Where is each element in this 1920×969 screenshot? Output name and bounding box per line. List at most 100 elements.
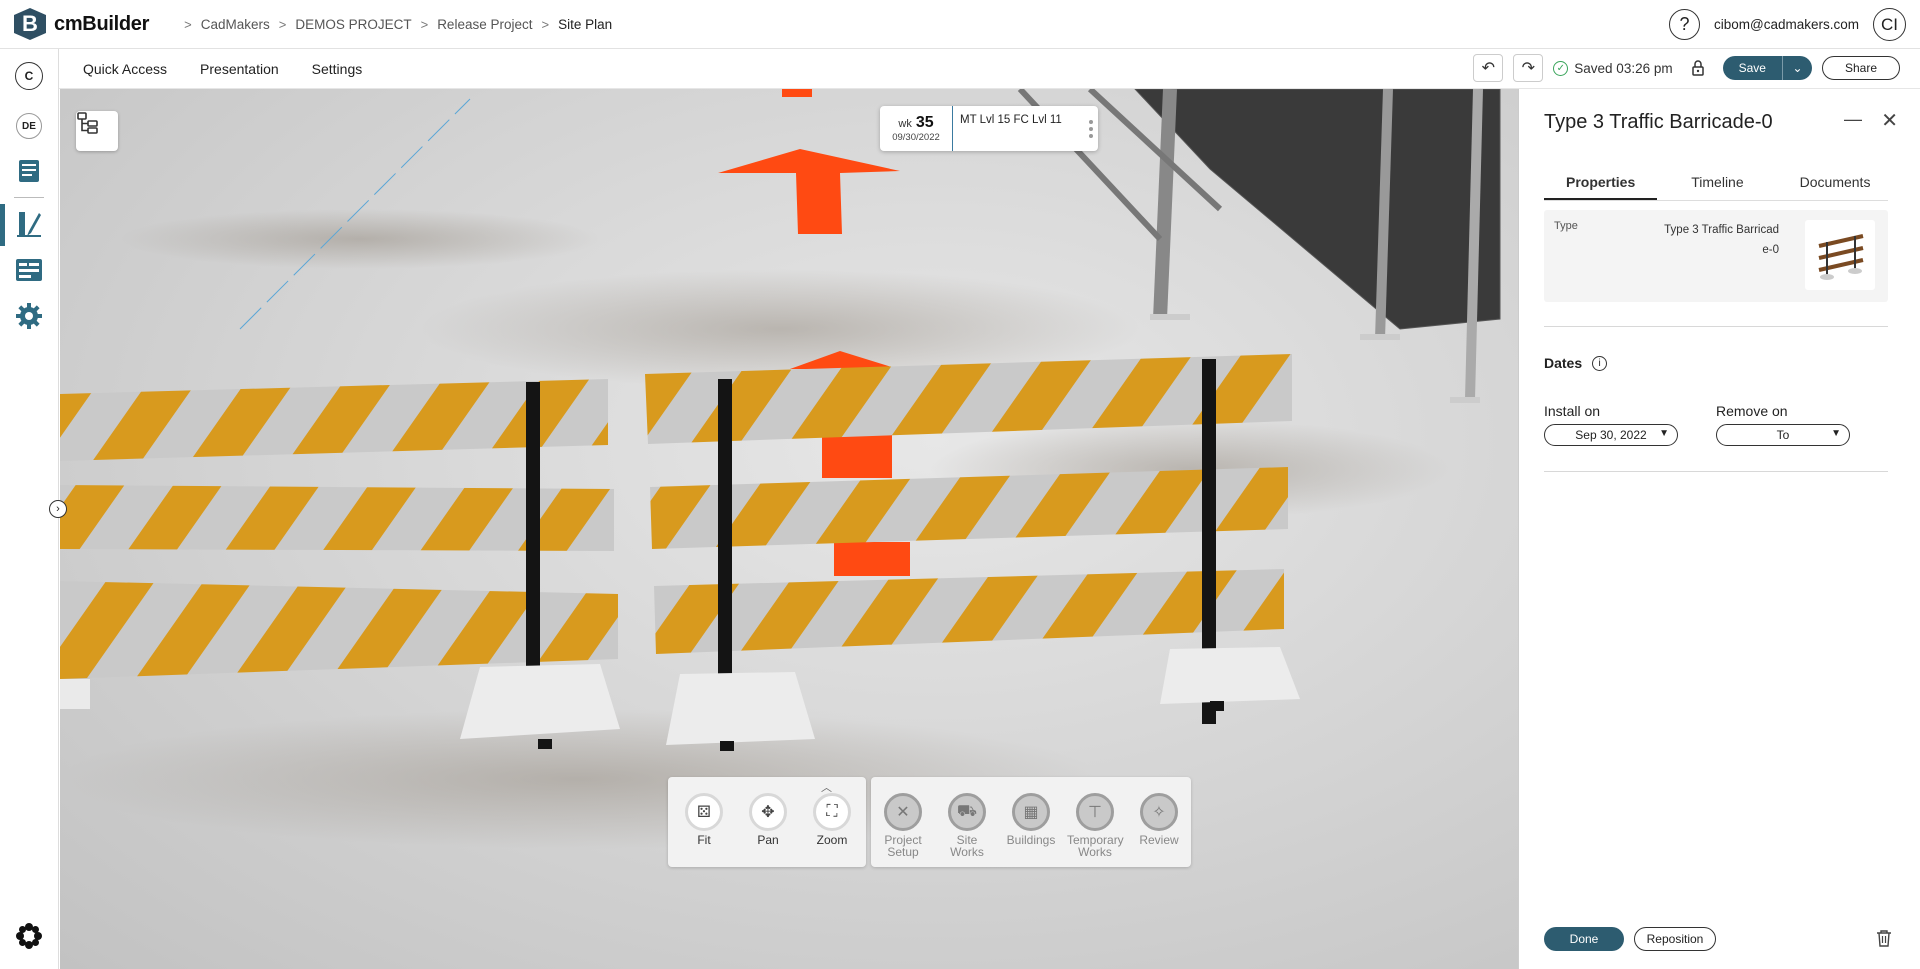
buildings-label: Buildings — [1006, 833, 1056, 847]
ruler-pencil-icon — [17, 212, 41, 237]
rail-documents[interactable] — [14, 156, 44, 186]
dates-heading: Dates i — [1544, 355, 1608, 371]
rail-design[interactable] — [14, 209, 44, 239]
user-area: ? cibom@cadmakers.com CI — [1669, 8, 1906, 41]
saved-text: Saved 03:26 pm — [1574, 60, 1673, 76]
rail-active-indicator — [0, 204, 5, 246]
menu-quick-access[interactable]: Quick Access — [83, 61, 167, 77]
breadcrumb: > CadMakers > DEMOS PROJECT > Release Pr… — [175, 17, 612, 32]
site-works-button[interactable]: ⛟ Site Works — [939, 793, 995, 858]
hierarchy-tree-icon — [77, 112, 98, 134]
info-icon[interactable]: i — [1592, 355, 1608, 371]
pan-button[interactable]: ✥ Pan — [740, 793, 796, 846]
remove-date-select[interactable]: To ▼ — [1716, 424, 1850, 446]
chevron-right-icon: > — [541, 16, 550, 32]
redo-button[interactable]: ↷ — [1513, 54, 1544, 82]
reposition-button[interactable]: Reposition — [1634, 927, 1716, 951]
lock-button[interactable] — [1682, 54, 1713, 82]
divider — [1544, 471, 1888, 472]
week-date: 09/30/2022 — [892, 132, 940, 143]
breadcrumb-item-company[interactable]: CadMakers — [201, 17, 270, 32]
install-date-select[interactable]: Sep 30, 2022 ▼ — [1544, 424, 1678, 446]
properties-panel: Type 3 Traffic Barricade-0 — ✕ Propertie… — [1518, 89, 1920, 969]
week-prefix: wk — [898, 118, 912, 130]
tab-documents[interactable]: Documents — [1778, 167, 1893, 200]
review-icon: ✧ — [1140, 793, 1178, 831]
rail-settings[interactable] — [14, 301, 44, 331]
caret-down-icon: ▼ — [1659, 428, 1669, 439]
panel-title: Type 3 Traffic Barricade-0 — [1544, 111, 1773, 133]
rail-schedule[interactable] — [14, 255, 44, 285]
app-logo[interactable]: B cmBuilder — [14, 8, 149, 40]
menu-presentation[interactable]: Presentation — [200, 61, 279, 77]
breadcrumb-item-project[interactable]: DEMOS PROJECT — [295, 17, 411, 32]
undo-icon: ↶ — [1481, 60, 1495, 77]
save-status: ✓ Saved 03:26 pm — [1553, 60, 1673, 76]
install-label: Install on — [1544, 403, 1601, 419]
zoom-button[interactable]: ⛶ Zoom — [804, 793, 860, 846]
chevron-right-icon: > — [420, 16, 429, 32]
divider — [1544, 326, 1888, 327]
project-switcher[interactable]: DE — [14, 111, 44, 141]
more-vertical-icon[interactable] — [1084, 106, 1098, 151]
tab-properties[interactable]: Properties — [1544, 167, 1658, 200]
pan-label: Pan — [757, 833, 779, 847]
crane-icon: ⊤ — [1076, 793, 1114, 831]
top-bar: B cmBuilder > CadMakers > DEMOS PROJECT … — [0, 0, 1920, 49]
dates-title: Dates — [1544, 355, 1583, 371]
cmbuilder-logo-icon: B — [14, 8, 46, 40]
zoom-icon: ⛶ — [813, 793, 851, 831]
temporary-works-button[interactable]: ⊤ Temporary Works — [1067, 793, 1124, 858]
apps-flower-icon — [16, 923, 42, 949]
chevron-right-icon: > — [278, 16, 287, 32]
undo-button[interactable]: ↶ — [1473, 54, 1504, 82]
tab-timeline[interactable]: Timeline — [1669, 167, 1765, 200]
save-button[interactable]: Save — [1723, 56, 1782, 80]
project-setup-button[interactable]: ✕ Project Setup — [875, 793, 931, 858]
chevron-down-icon: ⌄ — [1792, 61, 1803, 75]
toolbar-actions: ↶ ↷ ✓ Saved 03:26 pm Save ⌄ Share — [1473, 54, 1900, 82]
user-email: cibom@cadmakers.com — [1714, 17, 1859, 32]
user-avatar[interactable]: CI — [1873, 8, 1906, 41]
check-circle-icon: ✓ — [1553, 60, 1569, 76]
review-button[interactable]: ✧ Review — [1131, 793, 1187, 846]
buildings-button[interactable]: ▦ Buildings — [1003, 793, 1059, 846]
week-value: 35 — [915, 114, 934, 131]
save-options-button[interactable]: ⌄ — [1781, 56, 1812, 80]
minimize-icon[interactable]: — — [1844, 109, 1862, 130]
install-date-value: Sep 30, 2022 — [1575, 428, 1647, 442]
breadcrumb-item-release[interactable]: Release Project — [437, 17, 532, 32]
redo-icon: ↷ — [1521, 60, 1535, 77]
rail-apps[interactable] — [14, 921, 44, 951]
caret-down-icon: ▼ — [1831, 428, 1841, 439]
done-button[interactable]: Done — [1544, 927, 1624, 951]
model-tree-button[interactable] — [76, 111, 118, 151]
excavator-icon: ⛟ — [948, 793, 986, 831]
week-indicator-card[interactable]: wk 35 09/30/2022 MT Lvl 15 FC Lvl 11 — [880, 106, 1098, 151]
tools-icon: ✕ — [884, 793, 922, 831]
schedule-board-icon — [16, 259, 42, 281]
trash-icon[interactable] — [1876, 929, 1892, 952]
week-number: wk 35 — [898, 114, 933, 132]
fit-button[interactable]: ⚄ Fit — [676, 793, 732, 846]
gear-icon — [16, 303, 42, 329]
property-value: Type 3 Traffic Barricade-0 — [1664, 224, 1779, 256]
help-icon[interactable]: ? — [1669, 9, 1700, 40]
review-label: Review — [1139, 833, 1179, 847]
buildings-icon: ▦ — [1012, 793, 1050, 831]
menu-settings[interactable]: Settings — [312, 61, 363, 77]
property-key: Type — [1554, 220, 1578, 232]
lock-icon — [1691, 60, 1704, 76]
company-switcher[interactable]: C — [14, 61, 44, 91]
property-row: Type Type 3 Traffic Barricade-0 — [1544, 210, 1888, 302]
close-icon[interactable]: ✕ — [1881, 108, 1898, 133]
fit-icon: ⚄ — [685, 793, 723, 831]
share-button[interactable]: Share — [1821, 56, 1900, 80]
rail-divider — [14, 197, 44, 198]
chevron-right-icon: › — [56, 503, 60, 515]
remove-date-value: To — [1776, 428, 1790, 442]
company-badge: C — [15, 62, 43, 90]
expand-sidebar-button[interactable]: › — [49, 500, 67, 518]
secondary-toolbar: Quick Access Presentation Settings ↶ ↷ ✓… — [59, 49, 1920, 89]
week-number-block: wk 35 09/30/2022 — [880, 106, 953, 151]
